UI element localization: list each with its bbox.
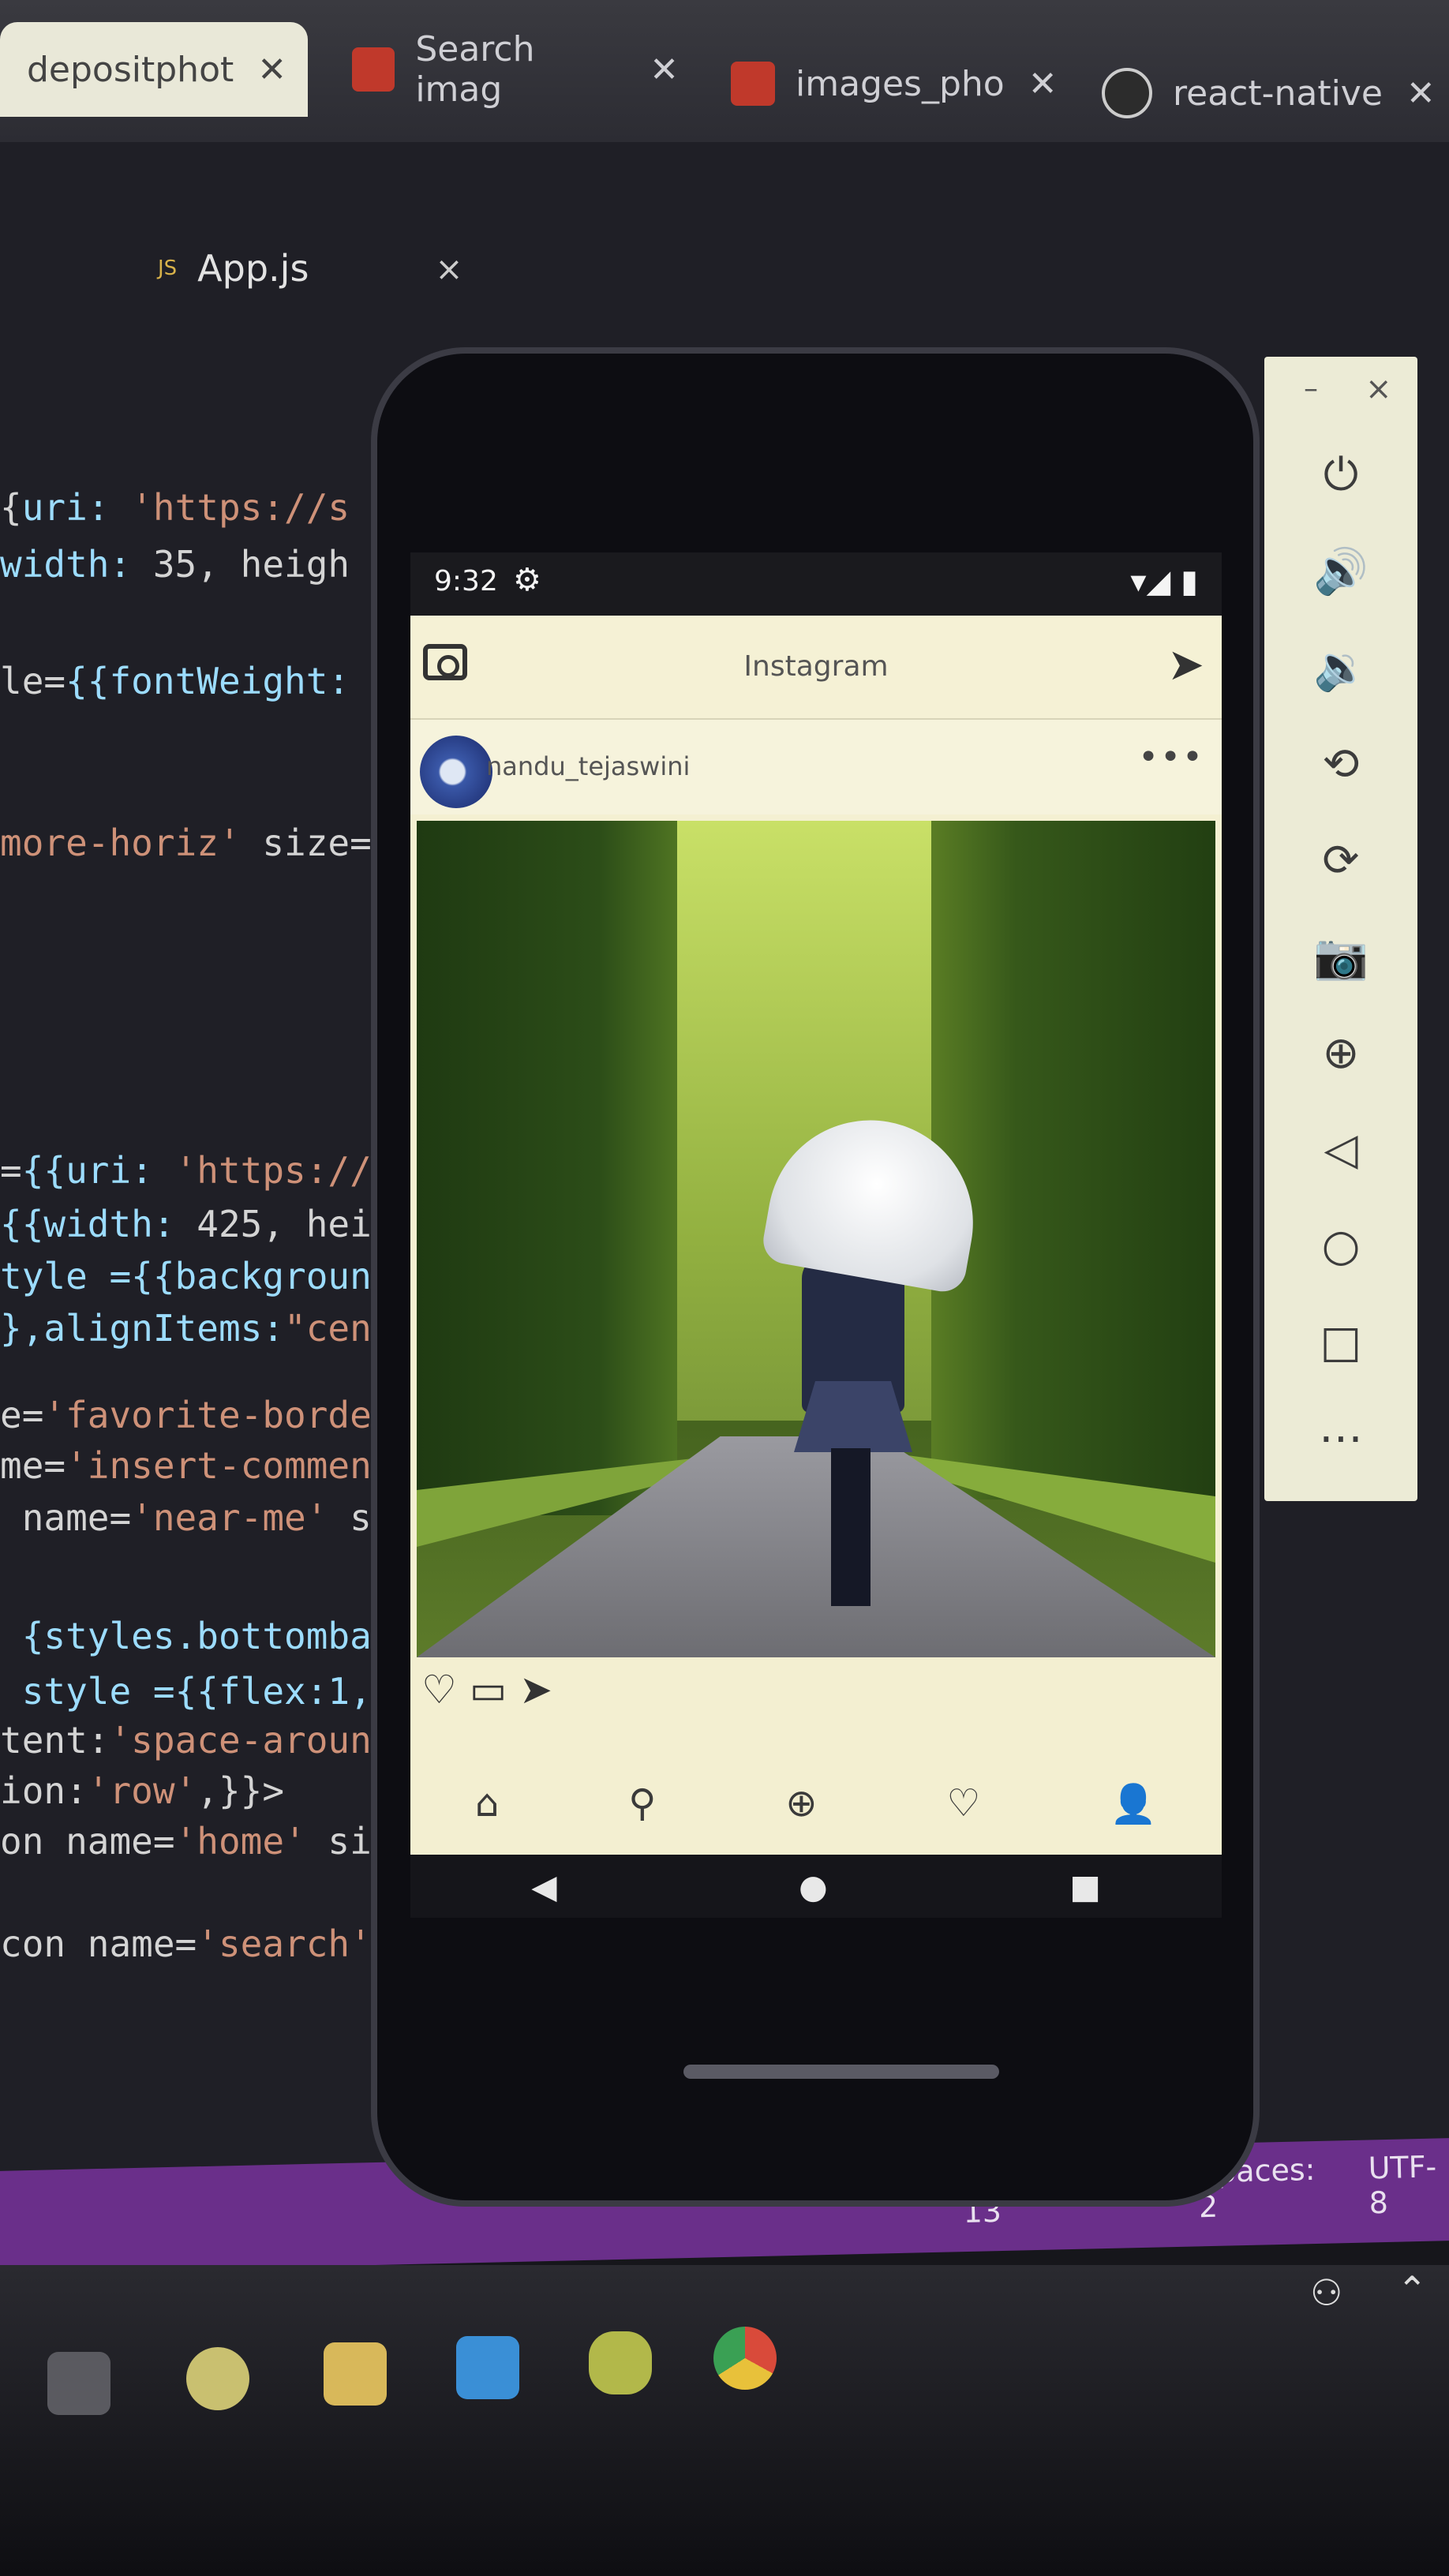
home-icon[interactable]: ⌂ bbox=[475, 1781, 499, 1825]
vscode-icon[interactable] bbox=[456, 2336, 519, 2399]
code-line[interactable]: },alignItems:"cente bbox=[0, 1310, 415, 1346]
chrome-icon[interactable] bbox=[713, 2327, 777, 2390]
browser-tab-react-native[interactable]: react-native ✕ bbox=[1081, 46, 1444, 140]
browser-tab-strip: depositphot ✕ Search imag ✕ images_pho ✕… bbox=[0, 0, 1449, 142]
nav-home-icon[interactable]: ● bbox=[799, 1867, 828, 1906]
send-icon[interactable]: ➤ bbox=[1167, 639, 1204, 691]
home-icon[interactable]: ○ bbox=[1264, 1206, 1417, 1285]
settings-icon: ⚙ bbox=[513, 562, 541, 598]
encoding[interactable]: UTF-8 bbox=[1368, 2149, 1449, 2220]
browser-tab-images-photos[interactable]: images_pho ✕ bbox=[710, 36, 1058, 131]
code-line[interactable]: e='favorite-border' bbox=[0, 1397, 415, 1433]
taskbar-app-icon[interactable] bbox=[589, 2331, 652, 2394]
android-nav-bar: ◀ ● ■ bbox=[410, 1855, 1222, 1918]
code-line[interactable]: name='near-me' siz bbox=[0, 1500, 416, 1536]
post-username[interactable]: nandu_tejaswini bbox=[486, 751, 690, 781]
code-line[interactable]: me='insert-comment' bbox=[0, 1447, 415, 1484]
code-line[interactable]: ={{uri: 'https://e bbox=[0, 1152, 394, 1189]
close-icon[interactable]: ✕ bbox=[257, 50, 286, 90]
back-icon[interactable]: ◁ bbox=[1264, 1110, 1417, 1189]
globe-icon bbox=[1102, 68, 1152, 118]
code-line[interactable]: ion:'row',}}> bbox=[0, 1773, 284, 1809]
post-image[interactable] bbox=[417, 821, 1215, 1657]
favicon-icon bbox=[352, 47, 395, 92]
near-me-icon[interactable]: ➤ bbox=[519, 1667, 552, 1713]
rotate-left-icon[interactable]: ⟲ bbox=[1264, 724, 1417, 803]
app-title: Instagram bbox=[743, 650, 889, 683]
tab-label: react-native bbox=[1173, 73, 1383, 114]
insert-comment-icon[interactable]: ▭ bbox=[470, 1667, 507, 1713]
tab-label: images_pho bbox=[796, 63, 1005, 104]
code-line[interactable]: {{width: 425, heig bbox=[0, 1206, 394, 1242]
code-line[interactable]: {styles.bottombar} bbox=[0, 1618, 416, 1654]
rotate-right-icon[interactable]: ⟳ bbox=[1264, 821, 1417, 900]
emulator-toolbar: – × ⏻ 🔊 🔉 ⟲ ⟳ 📷 ⊕ ◁ ○ □ ⋯ bbox=[1264, 357, 1417, 1501]
person-icon[interactable]: 👤 bbox=[1110, 1781, 1157, 1826]
close-icon[interactable]: ✕ bbox=[1028, 64, 1058, 104]
phone-screen: 9:32 ⚙ ▾◢ ▮ Instagram ➤ nandu_tejaswini … bbox=[410, 552, 1222, 1918]
heart-icon[interactable]: ♡ bbox=[946, 1781, 980, 1825]
people-icon[interactable]: ⚇ bbox=[1310, 2271, 1342, 2314]
overview-icon[interactable]: □ bbox=[1264, 1302, 1417, 1381]
code-line[interactable]: style ={{flex:1,ba bbox=[0, 1673, 416, 1709]
android-status-bar: 9:32 ⚙ ▾◢ ▮ bbox=[410, 552, 1222, 616]
more-horiz-icon[interactable]: ••• bbox=[1138, 737, 1204, 777]
code-line[interactable]: more-horiz' size= bbox=[0, 825, 372, 861]
chevron-up-icon[interactable]: ⌃ bbox=[1397, 2268, 1428, 2311]
taskbar-app-icon[interactable] bbox=[47, 2352, 110, 2415]
code-line[interactable]: le={{fontWeight: bbox=[0, 663, 350, 699]
code-line[interactable]: {uri: 'https://s bbox=[0, 489, 350, 526]
volume-down-icon[interactable]: 🔉 bbox=[1264, 628, 1417, 707]
bottom-tab-bar: ⌂ ⚲ ⊕ ♡ 👤 bbox=[410, 1760, 1222, 1847]
search-icon[interactable]: ⚲ bbox=[628, 1781, 656, 1825]
nav-back-icon[interactable]: ◀ bbox=[531, 1867, 556, 1906]
post-header: nandu_tejaswini ••• bbox=[410, 720, 1222, 814]
camera-icon[interactable]: 📷 bbox=[1264, 917, 1417, 996]
code-line[interactable]: width: 35, heigh bbox=[0, 546, 350, 582]
editor-file-tab[interactable]: JS App.js × bbox=[158, 237, 463, 300]
browser-tab-search-images[interactable]: Search imag ✕ bbox=[331, 22, 679, 117]
browser-tab-depositphotos[interactable]: depositphot ✕ bbox=[0, 22, 308, 117]
file-tab-label: App.js bbox=[197, 247, 309, 290]
avatar[interactable] bbox=[420, 736, 492, 808]
close-icon[interactable]: ✕ bbox=[1406, 73, 1436, 114]
favicon-icon bbox=[731, 62, 775, 106]
minimize-icon[interactable]: – bbox=[1304, 373, 1318, 405]
zoom-icon[interactable]: ⊕ bbox=[1264, 1013, 1417, 1092]
add-icon[interactable]: ⊕ bbox=[785, 1781, 817, 1825]
close-icon[interactable]: × bbox=[435, 249, 462, 288]
power-icon[interactable]: ⏻ bbox=[1264, 436, 1417, 515]
taskbar-explorer-icon[interactable] bbox=[324, 2342, 387, 2406]
volume-up-icon[interactable]: 🔊 bbox=[1264, 532, 1417, 611]
nav-recents-icon[interactable]: ■ bbox=[1069, 1867, 1101, 1906]
code-line[interactable]: tyle ={{background bbox=[0, 1258, 394, 1294]
post-actions: ♡ ▭ ➤ bbox=[421, 1667, 552, 1713]
js-file-icon: JS bbox=[158, 256, 178, 280]
favorite-border-icon[interactable]: ♡ bbox=[421, 1667, 457, 1713]
clock: 9:32 bbox=[434, 565, 498, 597]
signal-battery-icon: ▾◢ ▮ bbox=[1130, 564, 1198, 600]
tab-label: depositphot bbox=[27, 49, 234, 90]
windows-taskbar: ⚇ ⌃ bbox=[0, 2265, 1449, 2576]
instagram-header: Instagram ➤ bbox=[410, 616, 1222, 720]
phone-gesture-bar bbox=[683, 2065, 999, 2079]
taskbar-app-icon[interactable] bbox=[186, 2347, 249, 2410]
tab-label: Search imag bbox=[415, 29, 535, 110]
close-icon[interactable]: ✕ bbox=[650, 50, 679, 90]
close-icon[interactable]: × bbox=[1365, 371, 1392, 407]
more-icon[interactable]: ⋯ bbox=[1264, 1398, 1417, 1477]
